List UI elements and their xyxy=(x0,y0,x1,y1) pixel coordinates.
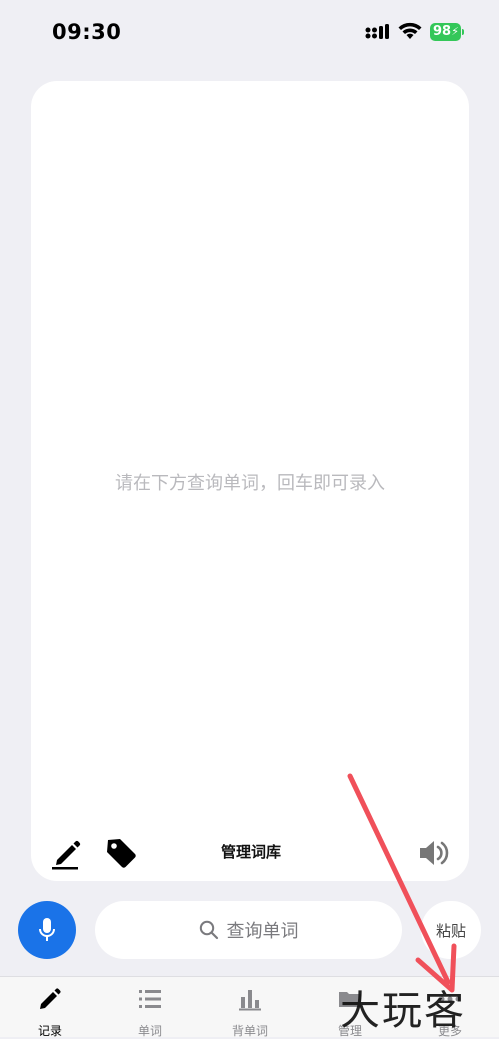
watermark-text: 大玩客 xyxy=(340,988,466,1034)
tab-label: 单词 xyxy=(137,1024,162,1038)
pen-edit-icon[interactable] xyxy=(51,836,81,870)
pencil-icon xyxy=(40,988,61,1009)
tab-label: 背单词 xyxy=(231,1024,268,1038)
status-bar: 09:30 98 ⚡ xyxy=(0,0,499,70)
search-placeholder: 查询单词 xyxy=(226,921,299,942)
battery-cap xyxy=(462,29,464,35)
tab-memorize[interactable]: 背单词 xyxy=(210,977,290,1038)
bar-chart-icon xyxy=(239,990,261,1011)
battery-icon: 98 ⚡ xyxy=(430,23,461,41)
cellular-signal-icon xyxy=(365,24,389,39)
tab-label: 记录 xyxy=(37,1024,62,1038)
word-entry-card[interactable]: 请在下方查询单词，回车即可录入 管理词库 xyxy=(31,81,469,881)
status-time: 09:30 xyxy=(52,20,122,44)
battery-level: 98 xyxy=(433,24,452,39)
charging-bolt-icon: ⚡ xyxy=(451,25,459,38)
microphone-button[interactable] xyxy=(18,901,76,959)
manage-library-button[interactable]: 管理词库 xyxy=(211,841,291,862)
red-arrow-annotation xyxy=(347,773,457,993)
entry-placeholder: 请在下方查询单词，回车即可录入 xyxy=(115,473,385,494)
tab-record[interactable]: 记录 xyxy=(10,977,90,1038)
list-icon xyxy=(139,990,161,1008)
tab-words[interactable]: 单词 xyxy=(110,977,190,1038)
microphone-icon xyxy=(39,918,55,941)
search-icon xyxy=(199,920,218,940)
wifi-icon xyxy=(398,22,422,39)
tag-icon[interactable] xyxy=(104,836,138,870)
